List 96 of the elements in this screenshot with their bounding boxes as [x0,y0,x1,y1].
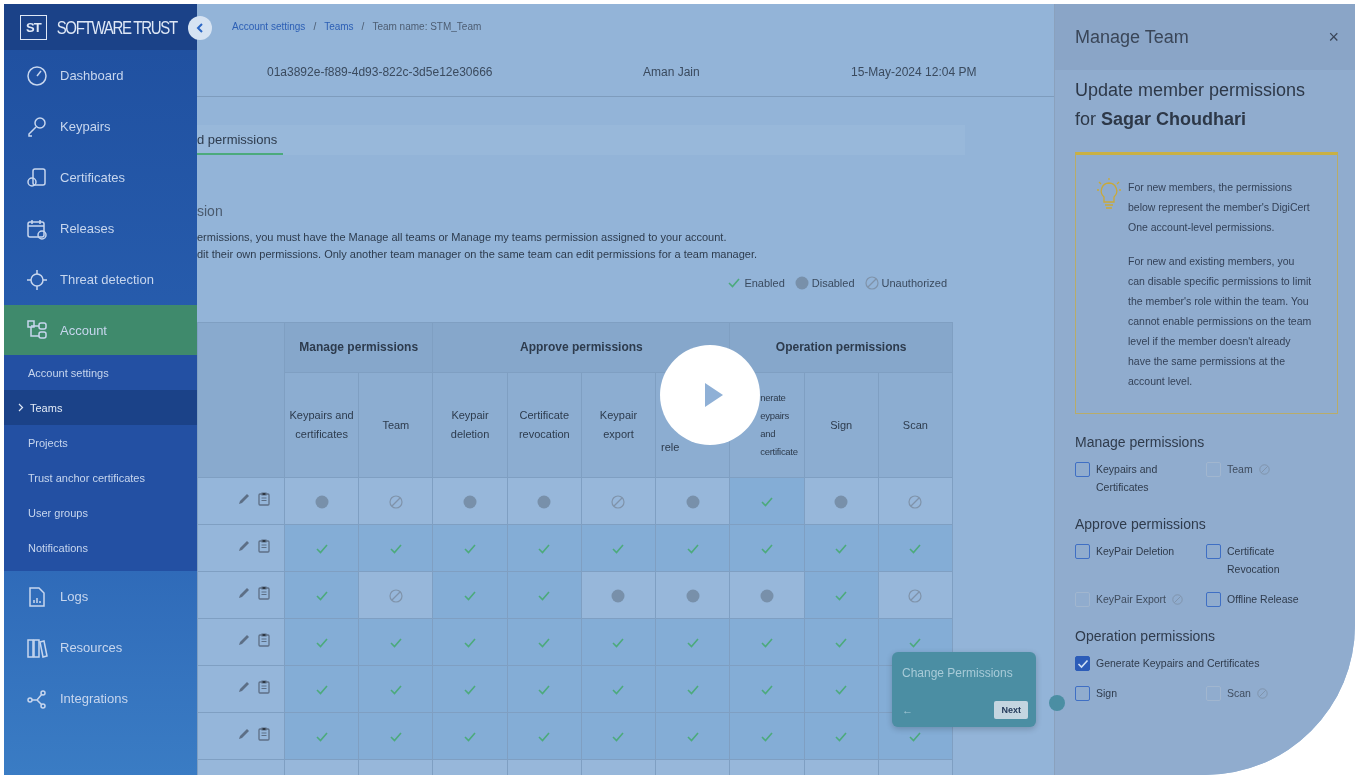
permission-group-title: Approve permissions [1075,516,1207,532]
legend-label: Unauthorized [881,277,947,289]
nav-item[interactable]: Certificates [4,152,197,203]
checkbox[interactable] [1075,656,1090,671]
info-value: Aman Jain [643,65,701,79]
edit-icon[interactable] [237,633,251,647]
next-button[interactable]: Next [994,701,1028,719]
column-header: Keypairs and certificates [284,372,359,478]
nav-item[interactable]: Keypairs [4,101,197,152]
panel-heading: Update member permissions for Sagar Choudhari [1075,79,1307,131]
submenu-item[interactable]: Notifications [4,530,197,565]
hierarchy-icon [26,319,48,341]
clipboard-icon[interactable] [258,586,270,600]
nav-item[interactable]: Resources [4,622,197,673]
play-icon [703,381,725,409]
checkbox[interactable] [1075,462,1090,477]
column-header: Scan [878,372,953,478]
close-button[interactable]: × [1328,26,1339,48]
document-icon [26,585,48,608]
submenu-item[interactable]: User groups [4,495,197,530]
checkbox[interactable] [1075,544,1090,559]
breadcrumb-current: Team name: STM_Team [372,20,482,32]
edit-icon[interactable] [237,539,251,553]
key-icon [26,115,48,138]
checkbox[interactable] [1206,592,1221,607]
group-header: Manage permissions [284,322,433,373]
section-title: sion [197,203,224,219]
note-text: ermissions, you must have the Manage all teams or Manage my teams permission assigned to your account. [197,231,728,243]
clipboard-icon[interactable] [258,633,270,647]
tour-beacon [1049,695,1065,711]
prohibited-icon [1256,688,1268,699]
note-text: dit their own permissions. Only another team manager on the same team can edit permissions for a team manager. [197,248,759,260]
group-header: Operation permissions [729,322,953,373]
clipboard-icon[interactable] [258,680,270,694]
target-icon [26,268,48,291]
column-header: Sign [804,372,879,478]
chevron-left-icon [196,23,204,33]
certificate-icon [26,166,48,189]
permission-group-title: Operation permissions [1075,628,1217,644]
nav-item[interactable]: Releases [4,203,197,254]
logo-mark: ST [20,14,47,40]
tab[interactable]: d permissions [197,132,284,155]
column-header: Team [358,372,433,478]
info-value: 01a3892e-f889-4d93-822c-3d5e12e30666 [267,65,494,79]
checkbox-label: Offline Release [1227,592,1299,607]
nav-item[interactable]: Account [4,305,197,355]
breadcrumb-link[interactable]: Teams [324,20,354,32]
checkbox-label: Certificate Revocation [1227,544,1281,577]
edit-icon[interactable] [237,727,251,741]
column-header: Keypair export [581,372,656,478]
clipboard-icon[interactable] [258,492,270,506]
nav-item[interactable]: Integrations [4,673,197,724]
lightbulb-icon [1096,177,1122,211]
submenu-item[interactable]: Teams [4,390,197,425]
breadcrumb-link[interactable]: Account settings [232,20,306,32]
chevron-right-icon [18,403,24,412]
edit-icon[interactable] [237,492,251,506]
gauge-icon [26,64,48,87]
info-value: 15-May-2024 12:04 PM [851,65,977,79]
checkbox-label: KeyPair Deletion [1096,544,1175,559]
checkbox[interactable] [1075,686,1090,701]
submenu-item[interactable]: Account settings [4,355,197,390]
permission-group-title: Manage permissions [1075,434,1206,450]
breadcrumb-separator: / [361,20,365,32]
checkbox-label: Keypairs and Certificates [1096,462,1159,495]
nav-item[interactable]: Dashboard [4,50,197,101]
legend-label: Disabled [811,277,855,289]
info-text: For new members, the permissions below represent the member's DigiCert One account-level permissions. [1128,180,1311,235]
checkbox-label: Team [1227,462,1253,477]
prohibited-icon [1258,464,1270,475]
info-text: For new and existing members, you can disable specific permissions to limit the member's role within the team. You cannot enable permissions on the team level if the member doesn't already have the same permissions at the account level. [1128,254,1313,389]
clipboard-icon[interactable] [258,727,270,741]
logo-text: SOFTWARE TRUST [56,16,177,38]
edit-icon[interactable] [237,586,251,600]
prohibited-icon [1172,594,1184,605]
calendar-icon [26,217,48,240]
breadcrumb-separator: / [313,20,317,32]
panel-title: Manage Team [1075,26,1189,48]
checkbox-label: Generate Keypairs and Certificates [1096,656,1260,671]
edit-icon[interactable] [237,680,251,694]
column-header: Certificate revocation [507,372,582,478]
checkbox-label: Scan [1227,686,1251,701]
clipboard-icon[interactable] [258,539,270,553]
checkbox-label: Sign [1096,686,1117,701]
legend-label: Enabled [744,277,785,289]
checkbox-label: KeyPair Export [1096,592,1167,607]
submenu-item[interactable]: Trust anchor certificates [4,460,197,495]
network-icon [26,687,48,710]
collapse-button[interactable] [188,16,212,40]
checkbox[interactable] [1206,544,1221,559]
submenu-item[interactable]: Projects [4,425,197,460]
column-header: Keypair deletion [432,372,508,478]
tooltip-title: Change Permissions [902,666,1014,680]
nav-item[interactable]: Threat detection [4,254,197,305]
books-icon [26,636,48,659]
nav-item[interactable]: Logs [4,571,197,622]
